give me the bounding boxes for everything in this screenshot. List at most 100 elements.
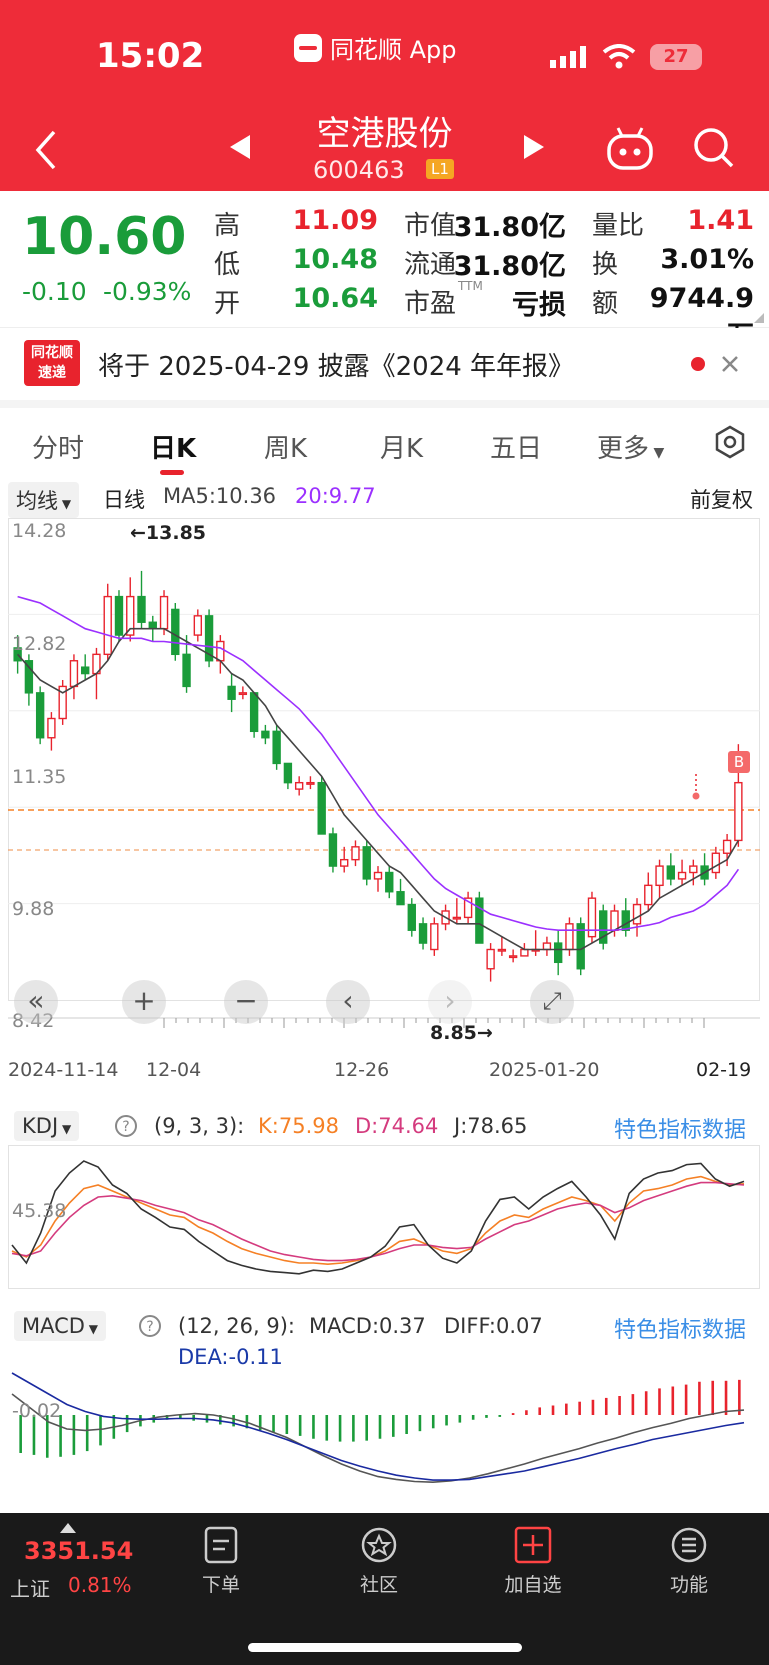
candle-body [362, 846, 371, 880]
kdj-j-value: J:78.65 [454, 1114, 528, 1138]
next-stock-icon[interactable] [522, 134, 546, 160]
nav-community[interactable]: 社区 [324, 1525, 434, 1597]
tab-intraday[interactable]: 分时 [32, 428, 84, 465]
candle-body [35, 692, 45, 739]
y-tick-2: 12.82 [12, 633, 67, 655]
quote-panel: 10.60 -0.10 -0.93% 高 低 开 11.09 10.48 10.… [0, 191, 769, 352]
y-tick-4: 9.88 [12, 898, 55, 920]
buy-signal-badge[interactable]: B [728, 751, 750, 773]
macd-params: (12, 26, 9): [178, 1314, 295, 1338]
low-value: 10.48 [292, 244, 378, 275]
candle-body [418, 923, 428, 944]
scroll-right-icon[interactable]: › [428, 980, 472, 1024]
high-label: 高 [214, 211, 241, 241]
status-time: 15:02 [96, 36, 205, 76]
candle-body [677, 871, 687, 880]
robot-assistant-icon[interactable] [606, 126, 654, 170]
candle-body [621, 910, 630, 931]
nav-order[interactable]: 下单 [166, 1525, 276, 1597]
macd-y-tick: -0.02 [12, 1400, 62, 1422]
macd-selector[interactable]: MACD ▼ [14, 1311, 106, 1341]
candle-body [171, 608, 180, 656]
tab-weekly-k[interactable]: 周K [264, 428, 307, 465]
candle-body [317, 781, 326, 835]
announcement-bar[interactable]: 同花顺 速递 将于 2025-04-29 披露《2024 年年报》 [0, 328, 769, 400]
caret-up-icon [60, 1523, 76, 1533]
float-label: 流通 [404, 250, 457, 280]
search-icon[interactable] [692, 126, 736, 170]
x-tick-3: 12-26 [334, 1059, 390, 1081]
ma-selector[interactable]: 均线 ▼ [8, 482, 80, 518]
macd-selector-label: MACD [22, 1314, 85, 1338]
stock-code: 600463 [313, 156, 405, 184]
scroll-start-icon[interactable]: « [14, 980, 58, 1024]
news-logo: 同花顺 速递 [24, 340, 80, 386]
pe-value: 亏损 [512, 290, 566, 321]
last-price: 10.60 [22, 207, 187, 267]
divider [0, 400, 769, 408]
candle-body [261, 730, 270, 739]
chart-frame [8, 518, 760, 1001]
settings-icon[interactable] [712, 424, 748, 460]
kdj-selector[interactable]: KDJ ▼ [14, 1111, 80, 1141]
menu-icon [671, 1527, 707, 1563]
period-tabs: 分时 日K 周K 月K 五日 更多 ▼ [0, 408, 769, 478]
index-value[interactable]: 3351.54 [24, 1537, 133, 1565]
candle-body [452, 916, 462, 920]
candle-body [351, 846, 360, 861]
candle-body [148, 621, 157, 630]
candle-body [182, 653, 191, 688]
expand-corner-icon[interactable] [754, 313, 764, 323]
y-tick-top: 14.28 [12, 520, 67, 542]
candle-body [542, 942, 552, 951]
kdj-feature-link[interactable]: 特色指标数据 [614, 1112, 746, 1144]
y-tick-3: 11.35 [12, 766, 67, 788]
candlestick-chart[interactable] [8, 518, 760, 1046]
kdj-chart[interactable] [8, 1145, 760, 1289]
candle-body [689, 865, 698, 874]
candle-body [249, 692, 259, 733]
candle-body [430, 923, 439, 951]
candle-body [565, 923, 574, 951]
close-icon[interactable] [720, 354, 740, 374]
nav-add-watchlist[interactable]: 加自选 [478, 1525, 588, 1597]
candle-body [520, 948, 529, 957]
app-logo-icon [294, 33, 322, 62]
nav-functions-label: 功能 [669, 1574, 708, 1596]
candle-body [137, 595, 146, 623]
news-logo-top: 同花顺 [31, 345, 73, 361]
adjust-mode[interactable]: 前复权 [690, 484, 753, 514]
chevron-down-icon: ▼ [58, 497, 72, 511]
macd-feature-link[interactable]: 特色指标数据 [614, 1312, 746, 1344]
help-icon[interactable]: ? [114, 1114, 138, 1138]
help-icon[interactable]: ? [138, 1314, 162, 1338]
x-tick-5: 02-19 [696, 1059, 752, 1081]
turnover-value: 3.01% [660, 244, 754, 275]
svg-text:?: ? [122, 1119, 129, 1135]
candle-body [508, 955, 518, 959]
header-bar: 15:02 同花顺 App 27 空港股份 600463 L1 [0, 0, 769, 191]
candle-body [238, 692, 248, 696]
nav-functions[interactable]: 功能 [634, 1525, 744, 1597]
status-app: 同花顺 App [294, 30, 457, 65]
tab-more[interactable]: 更多 ▼ [597, 428, 664, 465]
ma-line-ma5 [16, 627, 740, 951]
zoom-in-icon[interactable]: + [122, 980, 166, 1024]
period-label: 日线 [103, 488, 145, 512]
tab-daily-k[interactable]: 日K [150, 428, 196, 465]
wifi-icon [602, 44, 636, 69]
zoom-out-icon[interactable]: − [224, 980, 268, 1024]
candle-body [69, 660, 79, 688]
macd-chart[interactable] [8, 1343, 760, 1495]
tab-five-day[interactable]: 五日 [490, 428, 542, 465]
float-value: 31.80亿 [453, 251, 566, 282]
scroll-left-icon[interactable]: ‹ [326, 980, 370, 1024]
candle-body [114, 595, 124, 636]
fullscreen-icon[interactable]: ⤢ [530, 980, 574, 1024]
nav-community-label: 社区 [359, 1574, 398, 1596]
tab-monthly-k[interactable]: 月K [380, 428, 423, 465]
candle-body [475, 897, 484, 944]
announcement-text[interactable]: 将于 2025-04-29 披露《2024 年年报》 [98, 346, 574, 383]
level-badge[interactable]: L1 [426, 159, 454, 179]
candle-body [328, 833, 338, 867]
